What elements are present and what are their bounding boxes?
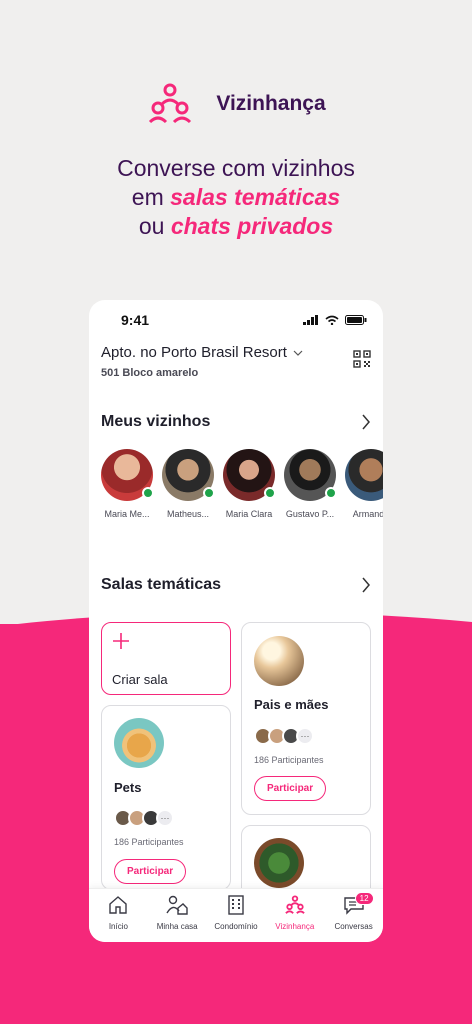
address-selector[interactable]: Apto. no Porto Brasil Resort 501 Bloco a…: [89, 340, 383, 379]
room-name: Pais e mães: [254, 697, 329, 712]
status-bar: 9:41: [89, 300, 383, 340]
unread-badge: 12: [354, 892, 374, 905]
neighbor-item[interactable]: Gustavo P...: [284, 449, 337, 519]
room-card-pets[interactable]: Pets ··· 186 Participantes Participar: [101, 705, 231, 890]
tab-label: Início: [108, 922, 128, 931]
headline-line-2: em salas temáticas: [131, 184, 341, 210]
online-check-icon: [325, 487, 337, 499]
neighbors-list: Maria Me... Matheus... Maria Clara Gusta…: [89, 449, 383, 519]
battery-icon: [345, 315, 367, 325]
tab-label: Minha casa: [156, 922, 198, 931]
avatar: [223, 449, 276, 501]
avatar: [284, 449, 337, 501]
tab-minha-casa[interactable]: Minha casa: [148, 895, 206, 942]
join-button[interactable]: Participar: [114, 859, 187, 884]
chevron-right-icon[interactable]: [361, 414, 371, 430]
tab-vizinhanca[interactable]: Vizinhança: [266, 895, 324, 942]
tab-label: Condomínio: [214, 922, 258, 931]
headline-highlight-1: salas temáticas: [170, 184, 341, 210]
neighbor-name: Maria Clara: [225, 509, 273, 519]
neighbor-name: Armando: [352, 509, 383, 519]
tab-label: Vizinhança: [275, 922, 315, 931]
brand-header: Vizinhança: [0, 80, 472, 128]
building-icon: [228, 895, 244, 915]
online-check-icon: [264, 487, 276, 499]
brand-title: Vizinhança: [216, 92, 326, 115]
address-subtitle: 501 Bloco amarelo: [101, 367, 199, 379]
neighbors-logo-icon: [149, 83, 192, 124]
person-house-icon: [166, 895, 188, 915]
status-time: 9:41: [121, 312, 150, 328]
avatar: [345, 449, 383, 501]
more-participants-icon: ···: [156, 809, 174, 827]
participants-avatars: ···: [254, 727, 314, 745]
neighbor-item[interactable]: Armando: [345, 449, 383, 519]
chevron-right-icon[interactable]: [361, 577, 371, 593]
tab-inicio[interactable]: Início: [89, 895, 147, 942]
participants-count: 186 Participantes: [254, 755, 324, 765]
room-card-parents[interactable]: Pais e mães ··· 186 Participantes Partic…: [241, 622, 371, 815]
participants-avatars: ···: [114, 809, 174, 827]
bottom-tab-bar: Início Minha casa Condomínio Vizinhança …: [89, 888, 383, 942]
home-icon: [109, 896, 128, 914]
qr-code-icon[interactable]: [353, 350, 371, 368]
headline-line-3: ou chats privados: [138, 213, 334, 239]
neighbor-item[interactable]: Maria Me...: [101, 449, 154, 519]
room-image: [254, 838, 304, 888]
phone-screen: 9:41 Apto. no Porto Brasil Resort 501 Bl…: [89, 300, 383, 942]
address-title: Apto. no Porto Brasil Resort: [101, 344, 287, 361]
neighbor-item[interactable]: Maria Clara: [223, 449, 276, 519]
tab-condominio[interactable]: Condomínio: [207, 895, 265, 942]
neighbor-name: Maria Me...: [104, 509, 150, 519]
room-image: [254, 636, 304, 686]
rooms-title: Salas temáticas: [101, 576, 222, 593]
neighbor-name: Gustavo P...: [285, 509, 335, 519]
participants-count: 186 Participantes: [114, 837, 184, 847]
tab-label: Conversas: [334, 922, 373, 931]
room-image: [114, 718, 164, 768]
rooms-header[interactable]: Salas temáticas: [89, 576, 383, 594]
headline: Converse com vizinhos em salas temáticas…: [0, 154, 472, 241]
plus-icon: [113, 633, 129, 649]
tab-conversas[interactable]: 12 Conversas: [325, 892, 383, 942]
online-check-icon: [142, 487, 154, 499]
headline-line-1: Converse com vizinhos: [117, 155, 355, 181]
more-participants-icon: ···: [296, 727, 314, 745]
neighbors-icon: [285, 895, 305, 914]
neighbor-name: Matheus...: [166, 509, 210, 519]
wifi-icon: [325, 315, 339, 325]
neighbors-title: Meus vizinhos: [101, 413, 211, 430]
chevron-down-icon: [293, 350, 303, 356]
avatar: [162, 449, 215, 501]
join-button[interactable]: Participar: [254, 776, 327, 801]
room-name: Pets: [114, 780, 142, 795]
neighbors-header[interactable]: Meus vizinhos: [89, 413, 383, 431]
neighbor-item[interactable]: Matheus...: [162, 449, 215, 519]
avatar: [101, 449, 154, 501]
online-check-icon: [203, 487, 215, 499]
create-room-label: Criar sala: [112, 672, 168, 687]
signal-icon: [303, 315, 318, 325]
headline-highlight-2: chats privados: [170, 213, 334, 239]
create-room-button[interactable]: Criar sala: [101, 622, 231, 695]
